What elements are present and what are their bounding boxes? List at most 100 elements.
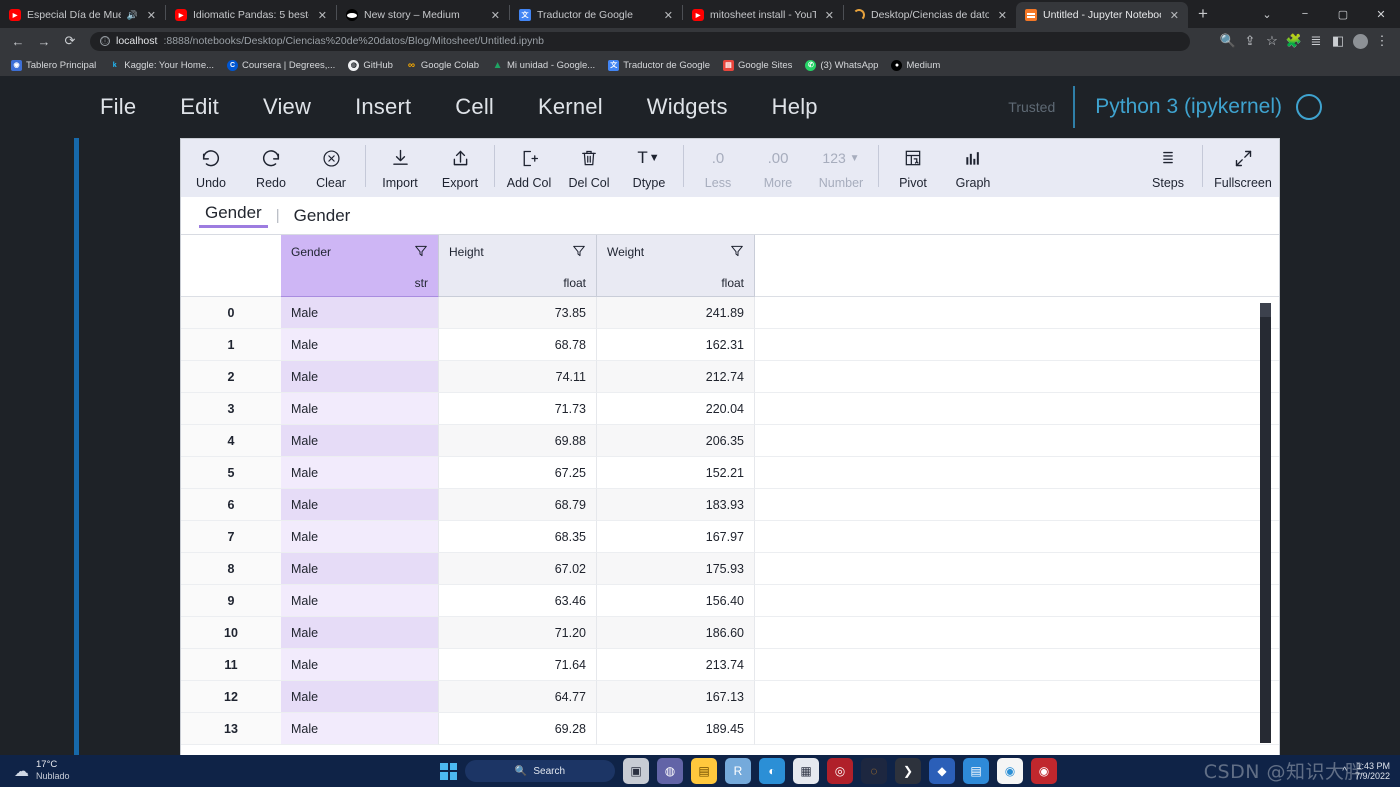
table-cell-gender[interactable]: Male [281, 681, 439, 713]
tab-close-icon[interactable]: ✕ [822, 9, 837, 22]
start-button-icon[interactable] [440, 762, 457, 780]
table-row[interactable]: 3 Male 71.73 220.04 [181, 393, 1279, 425]
decimal-less-button[interactable]: .0 Less [688, 145, 748, 191]
table-cell-weight[interactable]: 189.45 [597, 713, 755, 745]
file-explorer-icon[interactable]: ▤ [691, 758, 717, 784]
table-cell-weight[interactable]: 241.89 [597, 297, 755, 329]
row-index-cell[interactable]: 13 [181, 713, 281, 745]
site-info-icon[interactable]: ⓘ [100, 36, 110, 46]
menu-edit[interactable]: Edit [158, 94, 241, 120]
dtype-button[interactable]: T ▼ Dtype [619, 145, 679, 190]
table-cell-gender[interactable]: Male [281, 361, 439, 393]
menu-insert[interactable]: Insert [333, 94, 433, 120]
table-cell-gender[interactable]: Male [281, 297, 439, 329]
column-header-weight[interactable]: Weight float [597, 235, 755, 297]
terminal-icon[interactable]: ❯ [895, 758, 921, 784]
browser-tab[interactable]: mitosheet install - YouTube ✕ [683, 2, 843, 28]
row-index-cell[interactable]: 1 [181, 329, 281, 361]
tab-close-icon[interactable]: ✕ [995, 9, 1010, 22]
chrome-icon[interactable]: ◉ [997, 758, 1023, 784]
browser-tab-active[interactable]: Untitled - Jupyter Notebook ✕ [1016, 2, 1188, 28]
tab-close-icon[interactable]: ✕ [144, 9, 159, 22]
tab-close-icon[interactable]: ✕ [315, 9, 330, 22]
bookmark-item[interactable]: 文 Traductor de Google [603, 58, 715, 73]
close-window-button[interactable]: ✕ [1362, 0, 1400, 28]
table-cell-gender[interactable]: Male [281, 425, 439, 457]
bookmark-star-icon[interactable]: ☆ [1262, 31, 1282, 51]
table-row[interactable]: 7 Male 68.35 167.97 [181, 521, 1279, 553]
menu-help[interactable]: Help [750, 94, 840, 120]
kernel-name-label[interactable]: Python 3 (ipykernel) [1075, 95, 1282, 119]
filter-funnel-icon[interactable] [729, 243, 745, 259]
table-row[interactable]: 9 Male 63.46 156.40 [181, 585, 1279, 617]
add-column-button[interactable]: Add Col [499, 145, 559, 190]
browser-tab[interactable]: Traductor de Google ✕ [510, 2, 682, 28]
table-cell-gender[interactable]: Male [281, 393, 439, 425]
tab-search-chevron-icon[interactable]: ⌄ [1248, 0, 1286, 28]
tab-close-icon[interactable]: ✕ [661, 9, 676, 22]
anaconda-icon[interactable]: ◌ [861, 758, 887, 784]
table-cell-gender[interactable]: Male [281, 489, 439, 521]
back-icon[interactable]: ← [8, 31, 28, 51]
table-cell-weight[interactable]: 206.35 [597, 425, 755, 457]
row-index-cell[interactable]: 11 [181, 649, 281, 681]
steps-button[interactable]: Steps [1138, 145, 1198, 190]
share-icon[interactable]: ⇪ [1240, 31, 1260, 51]
filter-funnel-icon[interactable] [571, 243, 587, 259]
table-cell-height[interactable]: 71.73 [439, 393, 597, 425]
table-cell-height[interactable]: 71.64 [439, 649, 597, 681]
table-row[interactable]: 2 Male 74.11 212.74 [181, 361, 1279, 393]
reading-list-icon[interactable]: ≣ [1306, 31, 1326, 51]
weather-widget[interactable]: ☁ 17°C Nublado [0, 759, 70, 781]
table-cell-gender[interactable]: Male [281, 713, 439, 745]
table-cell-weight[interactable]: 162.31 [597, 329, 755, 361]
row-index-cell[interactable]: 4 [181, 425, 281, 457]
edge-icon[interactable]: ◐ [759, 758, 785, 784]
sheet-tab-gender[interactable]: Gender [199, 203, 268, 228]
browser-tab[interactable]: New story – Medium ✕ [337, 2, 509, 28]
table-row[interactable]: 13 Male 69.28 189.45 [181, 713, 1279, 745]
table-cell-weight[interactable]: 220.04 [597, 393, 755, 425]
table-cell-height[interactable]: 74.11 [439, 361, 597, 393]
table-cell-height[interactable]: 63.46 [439, 585, 597, 617]
zoom-icon[interactable]: 🔍 [1218, 31, 1238, 51]
undo-button[interactable]: Undo [181, 145, 241, 190]
table-cell-weight[interactable]: 156.40 [597, 585, 755, 617]
minimize-button[interactable]: − [1286, 0, 1324, 28]
forward-icon[interactable]: → [34, 31, 54, 51]
table-cell-weight[interactable]: 167.13 [597, 681, 755, 713]
reload-icon[interactable]: ⟳ [60, 31, 80, 51]
bookmark-item[interactable]: ∞ Google Colab [401, 58, 484, 73]
table-row[interactable]: 1 Male 68.78 162.31 [181, 329, 1279, 361]
table-cell-height[interactable]: 67.25 [439, 457, 597, 489]
table-cell-weight[interactable]: 186.60 [597, 617, 755, 649]
row-index-cell[interactable]: 8 [181, 553, 281, 585]
row-index-cell[interactable]: 3 [181, 393, 281, 425]
table-cell-gender[interactable]: Male [281, 521, 439, 553]
bookmark-item[interactable]: ✆ (3) WhatsApp [800, 58, 883, 73]
table-cell-gender[interactable]: Male [281, 457, 439, 489]
sourcetree-icon[interactable]: ◆ [929, 758, 955, 784]
table-row[interactable]: 0 Male 73.85 241.89 [181, 297, 1279, 329]
tray-chevron-icon[interactable]: ^ [1342, 766, 1347, 777]
column-header-height[interactable]: Height float [439, 235, 597, 297]
table-cell-gender[interactable]: Male [281, 329, 439, 361]
column-header-gender[interactable]: Gender str [281, 235, 439, 297]
number-format-button[interactable]: 123 ▼ Number [808, 145, 874, 190]
store-icon[interactable]: ▦ [793, 758, 819, 784]
table-cell-weight[interactable]: 152.21 [597, 457, 755, 489]
grid-vertical-scrollbar[interactable] [1260, 303, 1271, 743]
browser-tab[interactable]: Idiomatic Pandas: 5 best-practic ✕ [166, 2, 336, 28]
antivirus-icon[interactable]: ◎ [827, 758, 853, 784]
table-row[interactable]: 5 Male 67.25 152.21 [181, 457, 1279, 489]
decimal-more-button[interactable]: .00 More [748, 145, 808, 191]
table-cell-weight[interactable]: 183.93 [597, 489, 755, 521]
import-button[interactable]: Import [370, 145, 430, 190]
row-index-cell[interactable]: 5 [181, 457, 281, 489]
rstudio-icon[interactable]: R [725, 758, 751, 784]
selected-column-label[interactable]: Gender [288, 206, 357, 226]
table-cell-height[interactable]: 68.78 [439, 329, 597, 361]
row-index-cell[interactable]: 10 [181, 617, 281, 649]
tab-close-icon[interactable]: ✕ [1167, 9, 1182, 22]
defender-icon[interactable]: ◉ [1031, 758, 1057, 784]
